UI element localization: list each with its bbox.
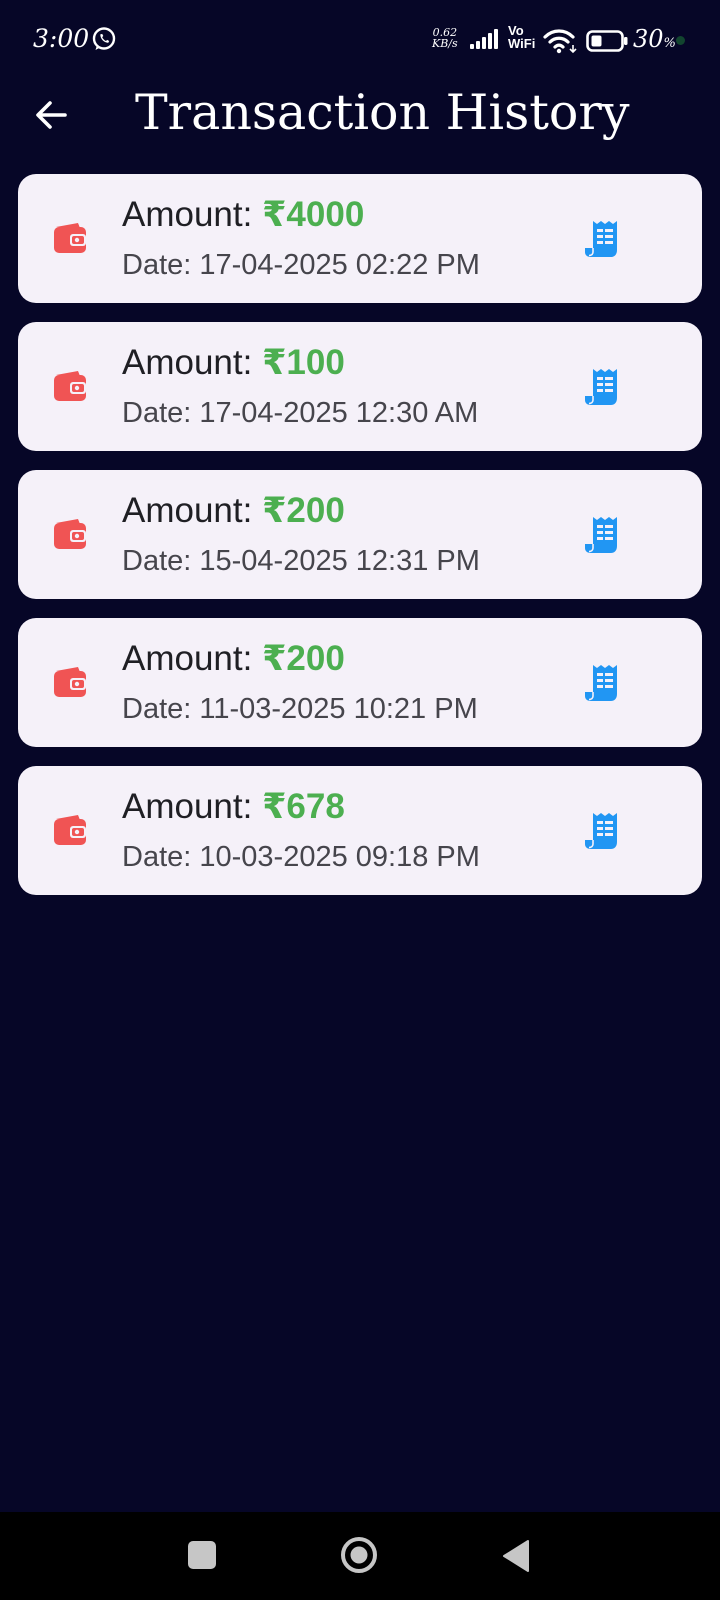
whatsapp-icon [92,27,116,50]
home-circle-icon[interactable] [340,1536,378,1574]
transaction-card[interactable]: Amount: ₹200 Date: 15-04-2025 12:31 PM [18,470,702,599]
battery-percent-value: 30 [633,25,664,53]
wallet-icon [54,371,86,401]
network-speed: 0.62 KB/s [432,27,458,49]
receipt-icon[interactable] [584,811,622,851]
receipt-icon[interactable] [584,663,622,703]
amount-label: Amount: [122,491,263,530]
navigation-bar [0,1512,720,1600]
transaction-card[interactable]: Amount: ₹100 Date: 17-04-2025 12:30 AM [18,322,702,451]
transaction-amount: Amount: ₹100 [122,342,345,384]
network-speed-unit: KB/s [432,37,458,50]
amount-value: ₹4000 [262,195,365,234]
battery-icon [586,30,628,52]
arrow-left-icon [36,101,67,129]
amount-label: Amount: [122,639,263,678]
amount-label: Amount: [122,195,263,234]
wifi-icon [543,29,577,54]
back-triangle-icon[interactable] [502,1539,530,1573]
transaction-date: Date: 11-03-2025 10:21 PM [122,693,478,725]
privacy-indicator-dot [676,36,685,45]
transaction-amount: Amount: ₹4000 [122,194,364,236]
transaction-date: Date: 10-03-2025 09:18 PM [122,841,480,873]
wallet-icon [54,667,86,697]
transaction-amount: Amount: ₹200 [122,490,345,532]
wallet-icon [54,815,86,845]
transaction-date: Date: 17-04-2025 12:30 AM [122,397,479,429]
page-title: Transaction History [135,84,630,141]
status-time: 3:00 [33,24,90,53]
vowifi-bottom: WiFi [508,36,536,51]
status-bar: 3:00 0.62 KB/s Vo WiFi 30% [0,0,720,80]
signal-icon [470,29,498,49]
transaction-card[interactable]: Amount: ₹678 Date: 10-03-2025 09:18 PM [18,766,702,895]
recents-square-icon[interactable] [188,1541,216,1569]
wallet-icon [54,223,86,253]
amount-value: ₹200 [262,491,345,530]
back-button[interactable] [26,90,76,140]
transaction-list: Amount: ₹4000 Date: 17-04-2025 02:22 PM Am… [18,174,702,914]
receipt-icon[interactable] [584,219,622,259]
transaction-card[interactable]: Amount: ₹4000 Date: 17-04-2025 02:22 PM [18,174,702,303]
transaction-date: Date: 17-04-2025 02:22 PM [122,249,480,281]
app-bar: Transaction History [0,80,720,170]
transaction-card[interactable]: Amount: ₹200 Date: 11-03-2025 10:21 PM [18,618,702,747]
battery-percent: 30% [633,25,676,53]
amount-value: ₹678 [262,787,345,826]
transaction-date: Date: 15-04-2025 12:31 PM [122,545,480,577]
wallet-icon [54,519,86,549]
transaction-amount: Amount: ₹200 [122,638,345,680]
vowifi-indicator: Vo WiFi [508,24,535,50]
transaction-amount: Amount: ₹678 [122,786,345,828]
amount-value: ₹200 [262,639,345,678]
receipt-icon[interactable] [584,367,622,407]
receipt-icon[interactable] [584,515,622,555]
amount-value: ₹100 [262,343,345,382]
amount-label: Amount: [122,787,263,826]
amount-label: Amount: [122,343,263,382]
battery-percent-unit: % [663,36,676,51]
